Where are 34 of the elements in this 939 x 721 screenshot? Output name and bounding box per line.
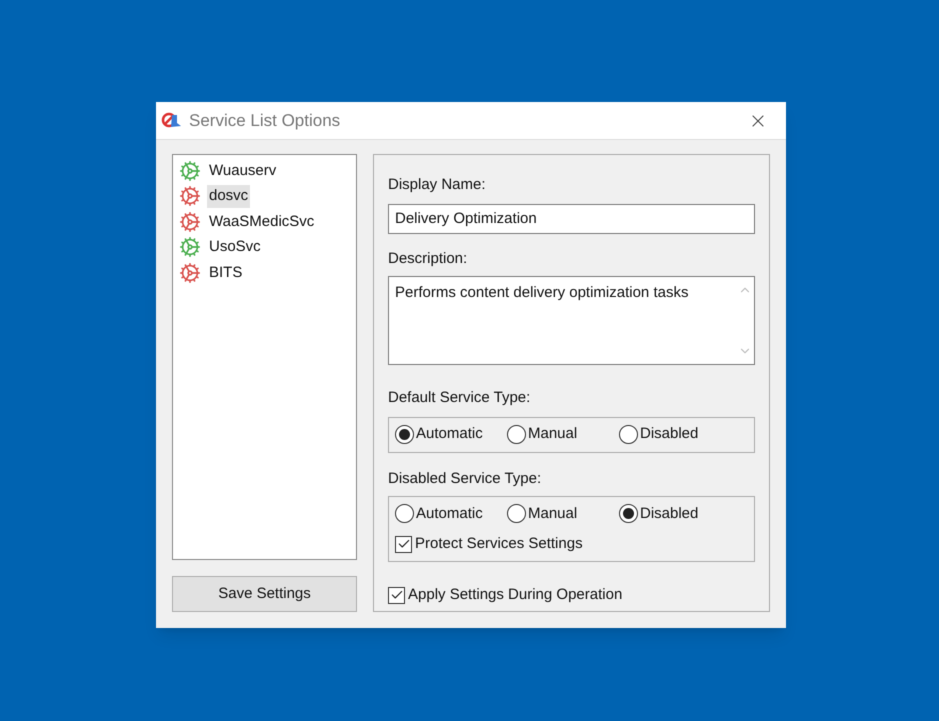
service-name: Wuauserv bbox=[208, 160, 278, 180]
radio-option[interactable]: Manual bbox=[507, 423, 619, 446]
display-name-field[interactable]: Delivery Optimization bbox=[388, 204, 755, 234]
service-item[interactable]: BITS bbox=[179, 260, 356, 286]
service-item[interactable]: Wuauserv bbox=[179, 158, 356, 184]
radio-button[interactable] bbox=[619, 504, 638, 524]
service-item[interactable]: dosvc bbox=[179, 184, 356, 209]
description-text: Performs content delivery optimization tasks bbox=[394, 283, 690, 303]
radio-option[interactable]: Automatic bbox=[395, 502, 507, 525]
checkbox-option[interactable]: Protect Services Settings bbox=[395, 533, 748, 556]
checkbox[interactable] bbox=[395, 536, 412, 553]
checkbox-option[interactable]: Apply Settings During Operation bbox=[388, 584, 755, 606]
radio-button[interactable] bbox=[507, 504, 526, 524]
service-name: WaaSMedicSvc bbox=[208, 212, 316, 232]
radio-option[interactable]: Disabled bbox=[619, 502, 731, 525]
window-title: Service List Options bbox=[189, 110, 340, 132]
radio-button[interactable] bbox=[395, 504, 414, 524]
radio-button[interactable] bbox=[395, 425, 414, 444]
group-label: Disabled Service Type: bbox=[388, 468, 542, 488]
radio-option[interactable]: Automatic bbox=[395, 423, 507, 446]
radio-button[interactable] bbox=[619, 425, 638, 444]
service-item[interactable]: WaaSMedicSvc bbox=[179, 209, 356, 234]
field-label: Description: bbox=[388, 248, 468, 268]
service-item[interactable]: UsoSvc bbox=[179, 234, 356, 260]
radio-option[interactable]: Manual bbox=[507, 502, 619, 525]
service-name: BITS bbox=[208, 262, 244, 282]
save-settings-button[interactable]: Save Settings bbox=[172, 576, 357, 612]
service-name: UsoSvc bbox=[208, 237, 262, 257]
checkbox[interactable] bbox=[388, 586, 405, 604]
radio-button[interactable] bbox=[507, 425, 526, 444]
group-label: Default Service Type: bbox=[388, 388, 532, 408]
radio-option[interactable]: Disabled bbox=[619, 423, 731, 446]
field-label: Display Name: bbox=[388, 175, 487, 195]
service-name: dosvc bbox=[207, 185, 250, 208]
